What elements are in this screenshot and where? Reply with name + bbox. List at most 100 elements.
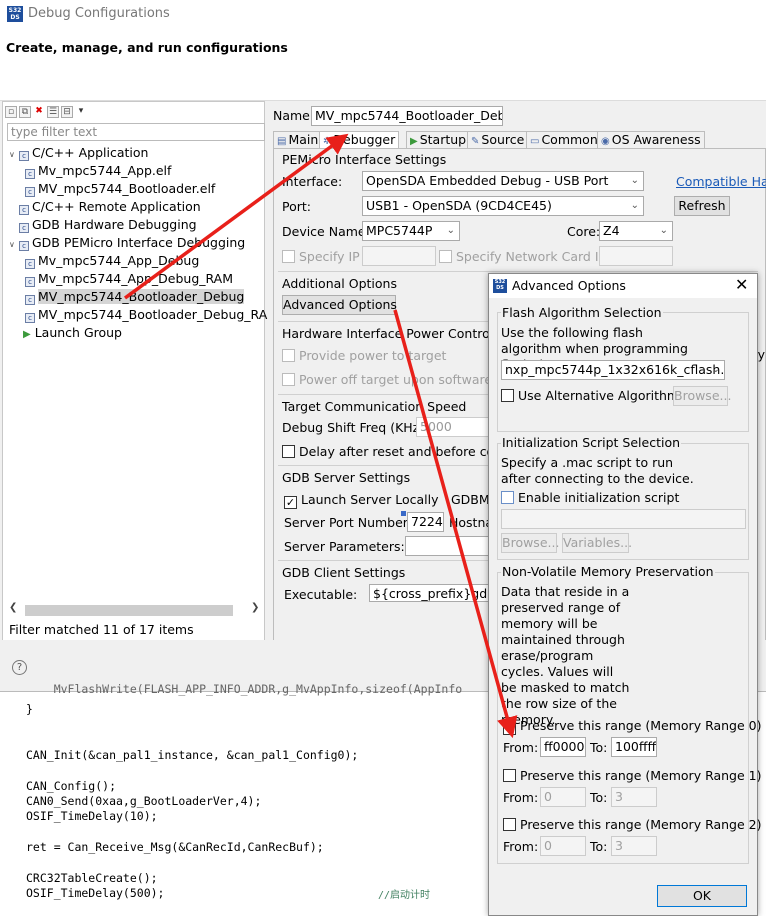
specify-ip-checkbox[interactable]: Specify IP [282, 249, 360, 264]
provide-power-checkbox[interactable]: Provide power to target [282, 348, 446, 363]
port-select[interactable]: USB1 - OpenSDA (9CD4CE45) ⌄ [362, 196, 644, 216]
device-name-select[interactable]: MPC5744P ⌄ [362, 221, 460, 241]
checkbox-checked[interactable]: ✓ [284, 496, 297, 509]
tree-toolbar: ▫ ⧉ ✖ ☰ ⊟ ▾ [5, 103, 89, 119]
configuration-tree-panel: ▫⧉✖☰⊟▾ ∨cC/C++ Application cMv_mpc5744_A… [2, 101, 267, 641]
tree-item-gdb-hardware[interactable]: c GDB Hardware Debugging [19, 216, 197, 234]
delete-icon[interactable]: ✖ [33, 106, 45, 118]
tree-item-cpp-remote[interactable]: c C/C++ Remote Application [19, 198, 201, 216]
close-icon[interactable]: ✕ [735, 275, 748, 294]
interface-select[interactable]: OpenSDA Embedded Debug - USB Port ⌄ [362, 171, 644, 191]
flash-algorithm-select[interactable]: nxp_mpc5744p_1x32x616k_cflash.p ⌄ [501, 360, 725, 380]
scroll-thumb[interactable] [25, 605, 233, 616]
title-bar: S32 DS Debug Configurations [0, 0, 766, 30]
preserve-range-2-checkbox[interactable]: Preserve this range (Memory Range 2) [503, 817, 762, 832]
tree-item-config[interactable]: c Mv_mpc5744_App_Debug [25, 252, 199, 270]
horizontal-scrollbar[interactable]: ❮ ❯ [7, 602, 263, 618]
core-select[interactable]: Z4 ⌄ [599, 221, 673, 241]
name-field[interactable]: MV_mpc5744_Bootloader_Debug [311, 106, 503, 126]
tree-item-config-selected[interactable]: c MV_mpc5744_Bootloader_Debug [25, 288, 245, 306]
expand-chevron-icon[interactable]: ∨ [9, 146, 19, 164]
config-icon: c [25, 295, 35, 305]
tree-item-launch-group[interactable]: ▶ Launch Group [23, 324, 122, 342]
tree-item-gdb-pemicro[interactable]: ∨ c GDB PEMicro Interface Debugging [9, 234, 245, 252]
tab-os-awareness[interactable]: ◉ OS Awareness [597, 131, 705, 148]
delay-reset-checkbox[interactable]: Delay after reset and before comm [282, 444, 519, 459]
tab-source[interactable]: ✎ Source [467, 131, 529, 148]
range1-from-label: From: [503, 790, 539, 805]
tree-item-config[interactable]: c Mv_mpc5744_App_Debug_RAM [25, 270, 233, 288]
tree-item-config[interactable]: c MV_mpc5744_Bootloader_Debug_RA [25, 306, 267, 324]
expand-chevron-icon[interactable]: ∨ [9, 236, 19, 254]
scroll-right-icon[interactable]: ❯ [251, 602, 259, 613]
shift-freq-field[interactable]: 5000 [416, 417, 490, 437]
ip-field[interactable] [362, 246, 436, 266]
name-label: Name: [273, 108, 315, 123]
network-card-field[interactable] [599, 246, 673, 266]
refresh-button[interactable]: Refresh [674, 196, 730, 216]
os-awareness-tab-icon: ◉ [601, 136, 610, 147]
checkbox[interactable] [439, 250, 452, 263]
use-alternative-checkbox[interactable]: Use Alternative Algorithm [501, 388, 679, 403]
tab-main[interactable]: ▤ Main [273, 131, 323, 148]
checkbox[interactable] [282, 250, 295, 263]
new-config-icon[interactable]: ▫ [5, 105, 17, 118]
checkbox[interactable] [503, 769, 516, 782]
code-line: CAN_Config(); [26, 779, 117, 793]
scroll-left-icon[interactable]: ❮ [9, 602, 17, 613]
filter-input[interactable] [7, 123, 265, 141]
range0-to-field[interactable]: 100ffff [611, 737, 657, 757]
hw-power-control-title: Hardware Interface Power Control (V [282, 326, 511, 341]
specify-network-card-checkbox[interactable]: Specify Network Card IP [439, 249, 606, 264]
checkbox[interactable] [501, 389, 514, 402]
tab-debugger[interactable]: ✲ Debugger [319, 131, 400, 148]
checkbox[interactable] [282, 349, 295, 362]
chevron-down-icon: ⌄ [446, 225, 455, 236]
preserve-range-0-checkbox[interactable]: ✓ Preserve this range (Memory Range 0) [503, 718, 762, 735]
checkbox-checked[interactable]: ✓ [503, 722, 516, 735]
gdb-server-title: GDB Server Settings [282, 470, 411, 485]
duplicate-icon[interactable]: ⧉ [19, 105, 31, 118]
collapse-all-icon[interactable]: ⊟ [61, 105, 73, 118]
launch-locally-checkbox[interactable]: ✓ Launch Server Locally [284, 492, 438, 509]
ok-button[interactable]: OK [657, 885, 747, 907]
server-port-field[interactable]: 7224 [407, 512, 444, 532]
server-params-field[interactable] [405, 536, 491, 556]
variables-button[interactable]: Variables... [562, 533, 632, 553]
tree-item-cpp-application[interactable]: ∨ c C/C++ Application [9, 144, 148, 162]
browse-button[interactable]: Browse... [673, 386, 731, 406]
preserve-range-1-checkbox[interactable]: Preserve this range (Memory Range 1) [503, 768, 762, 783]
checkbox[interactable] [501, 491, 514, 504]
tree-item-config[interactable]: c Mv_mpc5744_App.elf [25, 162, 171, 180]
compatible-hardware-link[interactable]: Compatible Har [676, 174, 766, 189]
enable-init-script-checkbox[interactable]: Enable initialization script [501, 490, 679, 505]
help-icon[interactable]: ? [12, 660, 27, 675]
range2-from-field[interactable]: 0 [540, 836, 586, 856]
range1-from-field[interactable]: 0 [540, 787, 586, 807]
server-port-label: Server Port Number: [284, 515, 412, 530]
checkbox[interactable] [282, 373, 295, 386]
advanced-options-button[interactable]: Advanced Options [282, 295, 397, 315]
checkbox[interactable] [503, 818, 516, 831]
executable-field[interactable]: ${cross_prefix}gdb${ [369, 584, 489, 602]
range0-from-field[interactable]: ff0000 [540, 737, 586, 757]
tab-startup[interactable]: ▶ Startup [406, 131, 471, 148]
view-menu-icon[interactable]: ▾ [75, 106, 87, 118]
startup-tab-icon: ▶ [410, 136, 418, 147]
code-line: } [26, 702, 33, 716]
power-off-checkbox[interactable]: Power off target upon software e [282, 372, 504, 387]
dialog-heading: Create, manage, and run configurations [6, 40, 288, 55]
browse-script-button[interactable]: Browse... [501, 533, 559, 553]
shift-freq-label: Debug Shift Freq (KHz) [282, 420, 425, 435]
filter-icon[interactable]: ☰ [47, 105, 59, 118]
tree-item-config[interactable]: c MV_mpc5744_Bootloader.elf [25, 180, 215, 198]
checkbox[interactable] [282, 445, 295, 458]
init-script-path-field[interactable] [501, 509, 746, 529]
code-line: OSIF_TimeDelay(500); [26, 886, 165, 900]
range1-to-field[interactable]: 3 [611, 787, 657, 807]
interface-label: Interface: [282, 174, 343, 189]
tab-common[interactable]: ▭ Common [526, 131, 602, 148]
config-icon: c [25, 169, 35, 179]
range2-to-field[interactable]: 3 [611, 836, 657, 856]
common-tab-icon: ▭ [530, 136, 540, 147]
